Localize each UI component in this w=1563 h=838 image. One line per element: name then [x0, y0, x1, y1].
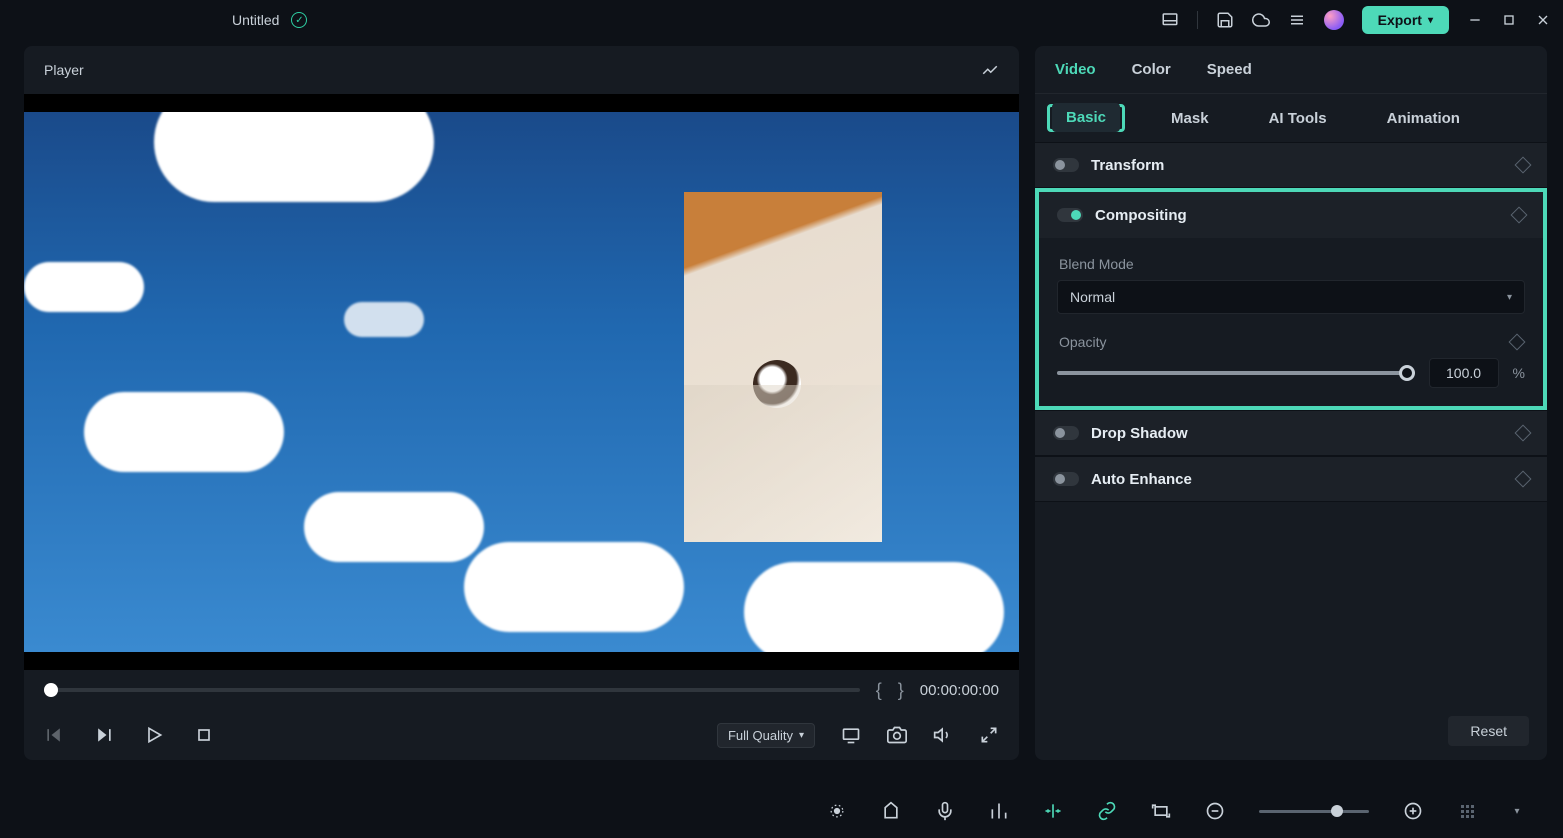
mark-out-icon[interactable]: } — [898, 680, 904, 701]
fit-icon[interactable] — [1151, 801, 1171, 821]
volume-icon[interactable] — [933, 725, 953, 745]
zoom-out-icon[interactable] — [1205, 801, 1225, 821]
compositing-toggle[interactable] — [1057, 208, 1083, 222]
zoom-in-icon[interactable] — [1403, 801, 1423, 821]
audio-track-icon[interactable] — [989, 801, 1009, 821]
saved-check-icon: ✓ — [291, 12, 307, 28]
chevron-down-icon: ▾ — [1428, 15, 1433, 26]
keyframe-icon[interactable] — [1511, 207, 1528, 224]
player-panel: Player { } 00:00:00:00 — [24, 46, 1019, 760]
play-icon[interactable] — [144, 725, 164, 745]
tab-color[interactable]: Color — [1132, 49, 1171, 90]
quality-select[interactable]: Full Quality ▾ — [717, 723, 815, 748]
opacity-value[interactable]: 100.0 — [1429, 358, 1499, 388]
keyframe-icon[interactable] — [1515, 157, 1532, 174]
tab-speed[interactable]: Speed — [1207, 49, 1252, 90]
basic-highlight: Basic — [1047, 104, 1125, 132]
mark-in-icon[interactable]: { — [876, 680, 882, 701]
compositing-label: Compositing — [1095, 207, 1187, 224]
zoom-slider[interactable] — [1259, 810, 1369, 813]
scrubber[interactable] — [44, 688, 860, 692]
drop-shadow-label: Drop Shadow — [1091, 425, 1188, 442]
opacity-unit: % — [1513, 365, 1525, 381]
step-forward-icon[interactable] — [94, 725, 114, 745]
subtab-ai-tools[interactable]: AI Tools — [1255, 104, 1341, 133]
keyframe-icon[interactable] — [1515, 425, 1532, 442]
transform-label: Transform — [1091, 157, 1164, 174]
auto-enhance-label: Auto Enhance — [1091, 471, 1192, 488]
section-transform[interactable]: Transform — [1035, 142, 1547, 188]
save-icon[interactable] — [1216, 11, 1234, 29]
fullscreen-icon[interactable] — [979, 725, 999, 745]
compositing-highlight: Compositing Blend Mode Normal ▾ Opacity … — [1035, 188, 1547, 410]
section-auto-enhance[interactable]: Auto Enhance — [1035, 456, 1547, 502]
export-button[interactable]: Export ▾ — [1362, 6, 1449, 34]
section-drop-shadow[interactable]: Drop Shadow — [1035, 410, 1547, 456]
blend-mode-select[interactable]: Normal ▾ — [1057, 280, 1525, 314]
overlay-clip[interactable] — [684, 192, 882, 542]
drop-shadow-toggle[interactable] — [1053, 426, 1079, 440]
opacity-slider[interactable] — [1057, 371, 1415, 375]
step-back-icon[interactable] — [44, 725, 64, 745]
timeline-toolbar: ▾ — [0, 784, 1563, 838]
voiceover-icon[interactable] — [935, 801, 955, 821]
timecode: 00:00:00:00 — [920, 682, 999, 699]
chevron-down-icon[interactable]: ▾ — [1511, 801, 1523, 821]
window-maximize-icon[interactable] — [1501, 12, 1517, 28]
opacity-label: Opacity — [1059, 334, 1106, 350]
blend-mode-label: Blend Mode — [1039, 238, 1543, 280]
stop-icon[interactable] — [194, 725, 214, 745]
quality-label: Full Quality — [728, 728, 793, 743]
chevron-down-icon: ▾ — [1507, 292, 1512, 303]
separator — [1197, 11, 1198, 29]
project-title: Untitled — [232, 12, 279, 28]
cloud-icon[interactable] — [1252, 11, 1270, 29]
keyframe-icon[interactable] — [1509, 334, 1526, 351]
player-canvas[interactable] — [24, 94, 1019, 670]
export-label: Export — [1378, 12, 1422, 28]
marker-icon[interactable] — [881, 801, 901, 821]
avatar[interactable] — [1324, 10, 1344, 30]
link-icon[interactable] — [1097, 801, 1117, 821]
display-icon[interactable] — [841, 725, 861, 745]
tab-video[interactable]: Video — [1055, 49, 1096, 90]
menu-icon[interactable] — [1288, 11, 1306, 29]
window-close-icon[interactable] — [1535, 12, 1551, 28]
properties-panel: Video Color Speed Basic Mask AI Tools An… — [1035, 46, 1547, 760]
chevron-down-icon: ▾ — [799, 730, 804, 741]
window-minimize-icon[interactable] — [1467, 12, 1483, 28]
snapshot-icon[interactable] — [887, 725, 907, 745]
auto-enhance-toggle[interactable] — [1053, 472, 1079, 486]
blend-mode-value: Normal — [1070, 289, 1115, 305]
chart-icon[interactable] — [981, 61, 999, 79]
subtab-animation[interactable]: Animation — [1373, 104, 1474, 133]
grid-view-icon[interactable] — [1457, 801, 1477, 821]
layout-icon[interactable] — [1161, 11, 1179, 29]
subtab-basic[interactable]: Basic — [1052, 103, 1120, 132]
reset-button[interactable]: Reset — [1448, 716, 1529, 746]
section-compositing[interactable]: Compositing — [1039, 192, 1543, 238]
magnet-icon[interactable] — [1043, 801, 1063, 821]
player-title: Player — [44, 62, 84, 78]
auto-ripple-icon[interactable] — [827, 801, 847, 821]
transform-toggle[interactable] — [1053, 158, 1079, 172]
keyframe-icon[interactable] — [1515, 471, 1532, 488]
subtab-mask[interactable]: Mask — [1157, 104, 1223, 133]
